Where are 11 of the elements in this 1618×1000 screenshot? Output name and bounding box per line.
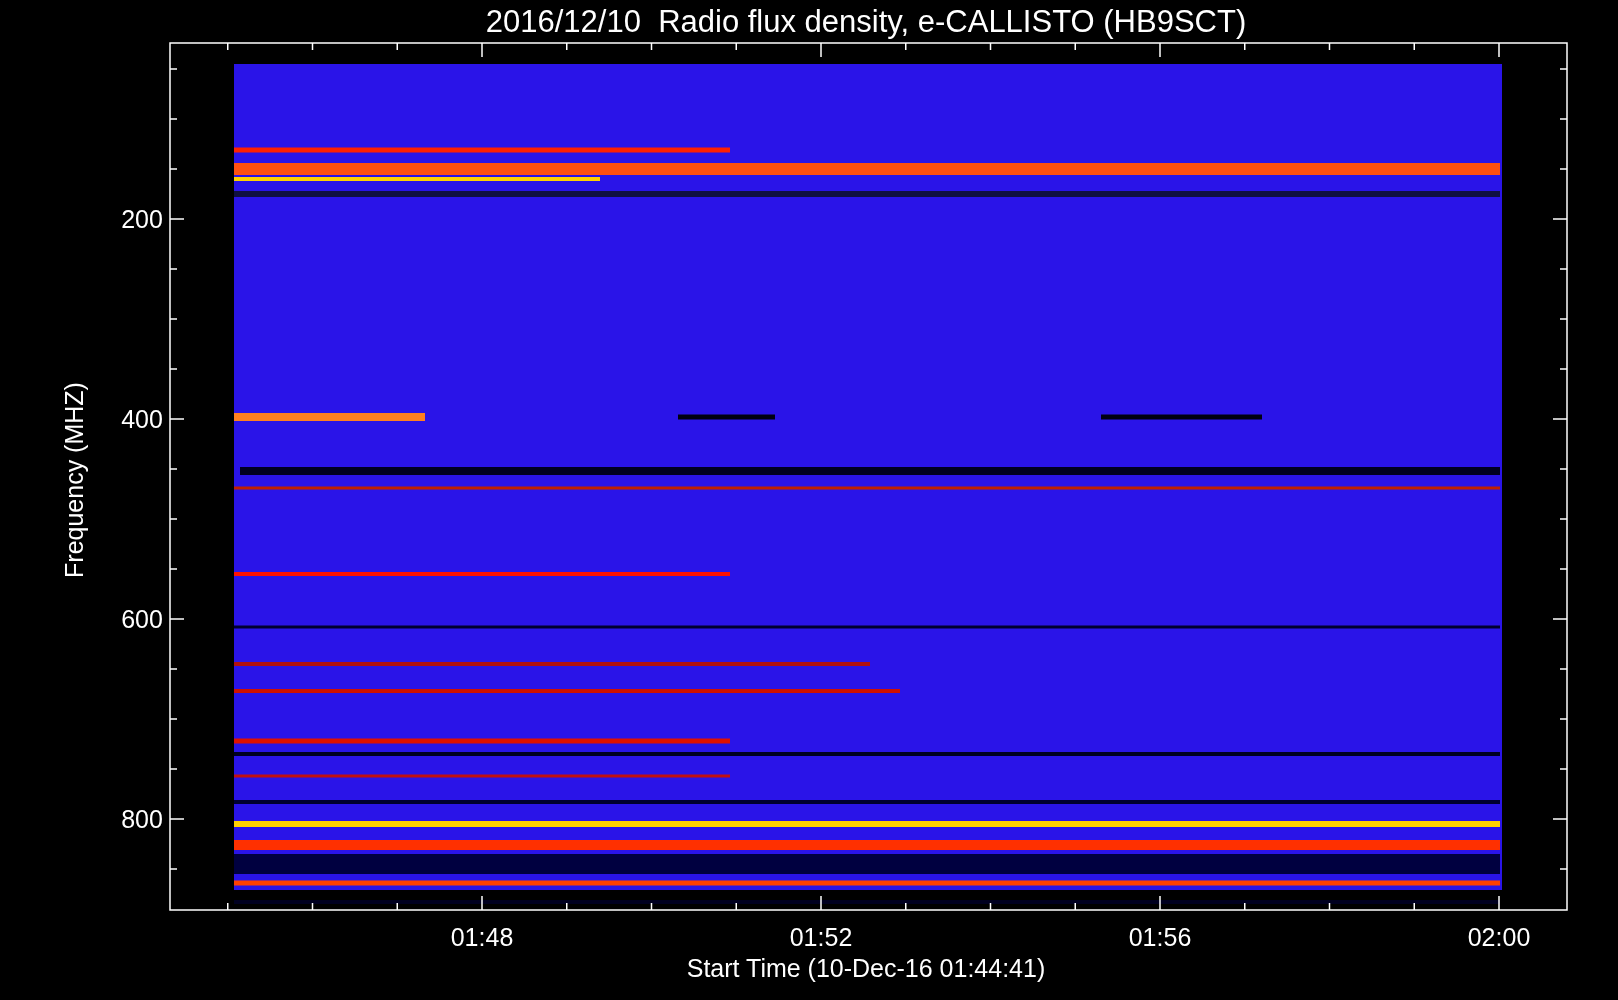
- axis-tick-label: 600: [121, 605, 163, 633]
- chart-title: 2016/12/10 Radio flux density, e-CALLISTO (HB9SCT): [485, 4, 1247, 39]
- axis-label: Start Time (10-Dec-16 01:44:41): [686, 954, 1046, 982]
- axis-label: Frequency (MHZ): [60, 382, 88, 578]
- axis-tick-label: 800: [121, 805, 163, 833]
- axis-tick-label: 02:00: [1467, 923, 1531, 951]
- axis-tick-label: 200: [121, 205, 163, 233]
- axis-tick-label: 400: [121, 405, 163, 433]
- axis-tick-label: 01:52: [789, 923, 853, 951]
- axis-tick-label: 01:48: [450, 923, 514, 951]
- axis-tick-label: 01:56: [1128, 923, 1192, 951]
